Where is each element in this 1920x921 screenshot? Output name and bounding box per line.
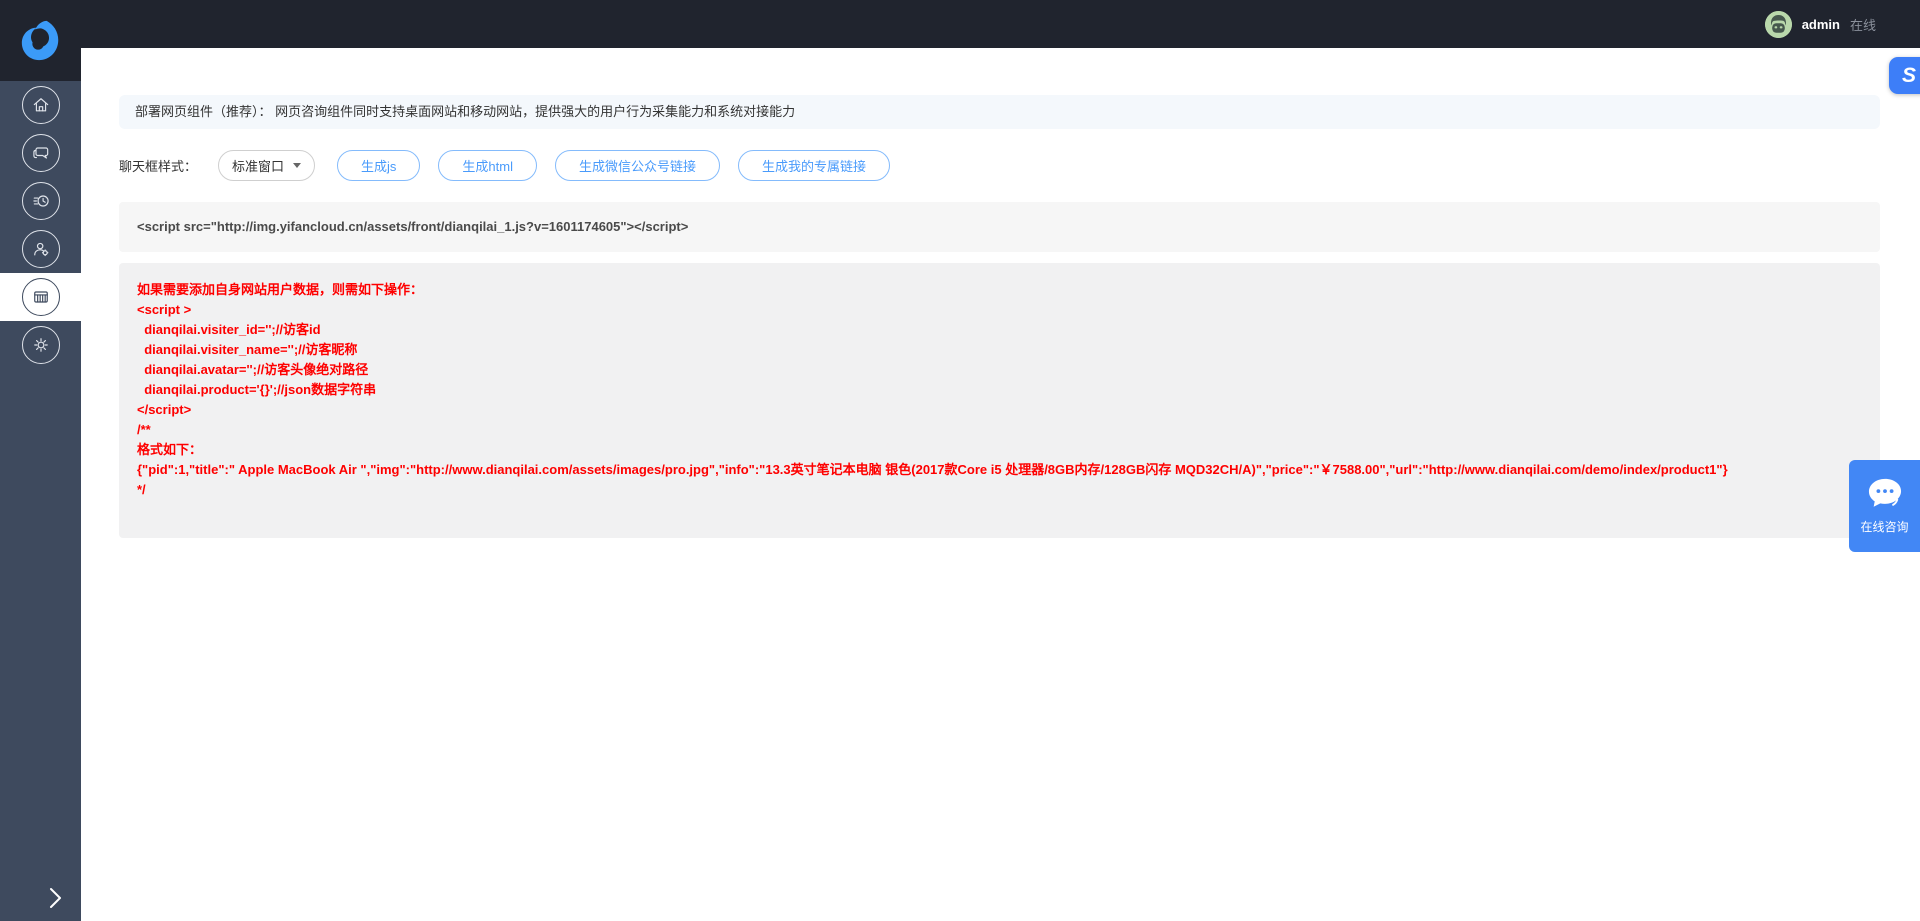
- user-gear-icon: [22, 230, 60, 268]
- app-logo[interactable]: [0, 0, 81, 81]
- storefront-icon: [22, 278, 60, 316]
- user-avatar[interactable]: [1765, 11, 1792, 38]
- online-consult-widget[interactable]: 在线咨询: [1849, 460, 1920, 552]
- swirl-logo-icon: [18, 18, 64, 64]
- online-status-label: 在线: [1850, 15, 1876, 34]
- generate-html-button[interactable]: 生成html: [438, 150, 537, 181]
- code-line: <script >: [137, 300, 1862, 320]
- main-content: 部署网页组件（推荐）： 网页咨询组件同时支持桌面网站和移动网站，提供强大的用户行…: [81, 48, 1920, 921]
- extension-badge-glyph: S: [1902, 64, 1916, 88]
- code-line: </script>: [137, 400, 1862, 420]
- chat-style-toolbar: 聊天框样式： 标准窗口 生成js 生成html 生成微信公众号链接 生成我的专属…: [119, 149, 908, 181]
- chat-style-selected-value: 标准窗口: [232, 156, 284, 175]
- history-clock-icon: [22, 182, 60, 220]
- code-line: */: [137, 480, 1862, 500]
- sidebar-item-shop[interactable]: [0, 273, 81, 321]
- online-consult-label: 在线咨询: [1860, 518, 1908, 535]
- username-label: admin: [1802, 17, 1840, 32]
- embed-script-code: <script src="http://img.yifancloud.cn/as…: [119, 202, 1880, 252]
- generate-js-button[interactable]: 生成js: [337, 150, 420, 181]
- sidebar-item-customer[interactable]: [0, 225, 81, 273]
- code-line: dianqilai.product='{}';//json数据字符串: [137, 380, 1862, 400]
- sidebar-item-chat[interactable]: [0, 129, 81, 177]
- sidebar-expand-button[interactable]: [40, 883, 70, 913]
- chat-bubble-icon: [1866, 477, 1904, 511]
- generate-wechat-link-button[interactable]: 生成微信公众号链接: [555, 150, 720, 181]
- deploy-notice-banner: 部署网页组件（推荐）： 网页咨询组件同时支持桌面网站和移动网站，提供强大的用户行…: [119, 95, 1880, 129]
- sidebar-item-settings[interactable]: [0, 321, 81, 369]
- avatar-image: [1765, 11, 1792, 38]
- code-line: {"pid":1,"title":" Apple MacBook Air ","…: [137, 460, 1862, 480]
- chat-style-label: 聊天框样式：: [119, 156, 197, 175]
- code-line: 如果需要添加自身网站用户数据，则需如下操作：: [137, 280, 1862, 300]
- chat-style-select[interactable]: 标准窗口: [218, 150, 315, 181]
- sidebar-item-home[interactable]: [0, 81, 81, 129]
- instructions-code-block: 如果需要添加自身网站用户数据，则需如下操作： <script > dianqil…: [119, 263, 1880, 538]
- gear-icon: [22, 326, 60, 364]
- code-line: dianqilai.visiter_id='';//访客id: [137, 320, 1862, 340]
- sidebar-item-history[interactable]: [0, 177, 81, 225]
- code-line: dianqilai.visiter_name='';//访客昵称: [137, 340, 1862, 360]
- dropdown-arrow-icon: [293, 163, 301, 168]
- home-icon: [22, 86, 60, 124]
- user-menu[interactable]: admin 在线: [1765, 0, 1876, 48]
- chat-bubbles-icon: [22, 134, 60, 172]
- app-window: admin 在线: [0, 0, 1920, 921]
- chevron-right-icon: [49, 887, 62, 909]
- top-bar: admin 在线: [0, 0, 1920, 48]
- generate-exclusive-link-button[interactable]: 生成我的专属链接: [738, 150, 890, 181]
- code-line: 格式如下：: [137, 440, 1862, 460]
- sidebar-nav: [0, 81, 81, 921]
- code-line: /**: [137, 420, 1862, 440]
- code-line: dianqilai.avatar='';//访客头像绝对路径: [137, 360, 1862, 380]
- extension-badge[interactable]: S: [1889, 57, 1920, 94]
